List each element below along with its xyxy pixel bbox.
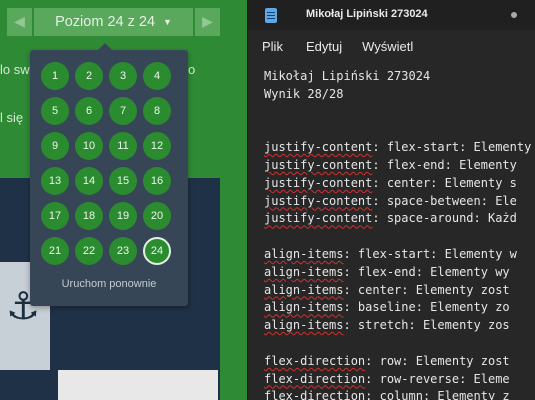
board-tile [58,370,218,400]
css-property: flex-direction [264,389,366,400]
level-button[interactable]: 22 [75,237,103,265]
level-button[interactable]: 2 [75,62,103,90]
line-text: : flex-start: Elementy [372,140,532,155]
css-property: align-items [264,282,344,297]
instruction-text-fragment: l się [0,110,24,125]
level-button[interactable]: 16 [143,167,171,195]
level-button[interactable]: 13 [41,167,69,195]
text-line [264,335,535,353]
line-text: : stretch: Elementy zos [343,318,510,333]
level-button[interactable]: 1 [41,62,69,90]
css-property: justify-content [264,157,373,172]
level-button[interactable]: 18 [75,202,103,230]
level-selector: ◀ Poziom 24 z 24 ▼ ▶ [7,8,220,36]
triangle-left-icon: ◀ [14,14,25,30]
css-property: justify-content [264,140,373,155]
level-grid: 1 2 3 4 5 6 7 8 9 10 11 12 13 14 15 16 17 18 19 20 21 22 23 24 [41,62,181,265]
text-line: flex-direction: column: Elementy z [264,388,535,400]
text-line: justify-content: space-between: Ele [264,193,535,211]
level-button[interactable]: 15 [109,167,137,195]
instruction-text-fragment: o [188,62,196,77]
level-button[interactable]: 7 [109,97,137,125]
level-label-text: Poziom 24 z 24 [55,14,156,30]
text-line: align-items: baseline: Elementy zo [264,299,535,317]
css-property: align-items [264,318,344,333]
text-line: justify-content: flex-end: Elementy [264,157,535,175]
line-text: : flex-end: Elementy wy [343,264,510,279]
css-property: flex-direction [264,371,366,386]
level-dropdown-toggle[interactable]: Poziom 24 z 24 ▼ [34,8,193,36]
line-text: : column: Elementy z [365,389,510,400]
css-property: justify-content [264,211,373,226]
text-line: flex-direction: row: Elementy zost [264,353,535,371]
css-property: align-items [264,246,344,261]
level-button[interactable]: 23 [109,237,137,265]
text-line [264,121,535,139]
text-editor[interactable]: Mikołaj Lipiński 273024 Wynik 28/28 justif… [264,68,535,400]
menu-file[interactable]: Plik [262,34,283,62]
level-button[interactable]: 10 [75,132,103,160]
text-line: justify-content: center: Elementy s [264,175,535,193]
line-text: : row: Elementy zost [365,353,510,368]
title-bar: Mikołaj Lipiński 273024 [248,0,535,30]
line-text: : baseline: Elementy zo [343,300,510,315]
menu-view[interactable]: Wyświetl [362,34,413,62]
caret-down-icon: ▼ [163,17,172,27]
level-button[interactable]: 19 [109,202,137,230]
notepad-icon [265,8,277,23]
level-button[interactable]: 17 [41,202,69,230]
game-area: ◀ Poziom 24 z 24 ▼ ▶ lo sw o l się ⚓ 123… [0,0,247,400]
text-line: flex-direction: row-reverse: Eleme [264,371,535,389]
level-button[interactable]: 24 [143,237,171,265]
level-button[interactable]: 9 [41,132,69,160]
line-text: : center: Elementy s [372,175,517,190]
level-button[interactable]: 11 [109,132,137,160]
line-text: : space-between: Ele [372,193,517,208]
css-property: justify-content [264,193,373,208]
level-button[interactable]: 14 [75,167,103,195]
css-property: flex-direction [264,353,366,368]
css-property: align-items [264,264,344,279]
level-button[interactable]: 20 [143,202,171,230]
level-button[interactable]: 3 [109,62,137,90]
instruction-text-fragment: lo sw [0,62,30,77]
line-text: : flex-end: Elementy [372,157,517,172]
text-line: align-items: center: Elementy zost [264,282,535,300]
prev-level-button[interactable]: ◀ [7,8,32,36]
text-line [264,228,535,246]
level-button[interactable]: 8 [143,97,171,125]
text-line: justify-content: flex-start: Elementy [264,139,535,157]
menu-edit[interactable]: Edytuj [306,34,342,62]
line-text: Mikołaj Lipiński 273024 [264,69,431,83]
line-text: : flex-start: Elementy w [343,246,517,261]
text-line: align-items: flex-end: Elementy wy [264,264,535,282]
menu-bar: Plik Edytuj Wyświetl [248,34,535,62]
line-text: : space-around: Każd [372,211,517,226]
level-button[interactable]: 21 [41,237,69,265]
line-text: : row-reverse: Eleme [365,371,510,386]
next-level-button[interactable]: ▶ [195,8,220,36]
text-line: Mikołaj Lipiński 273024 [264,68,535,86]
text-line: align-items: flex-start: Elementy w [264,246,535,264]
level-button[interactable]: 5 [41,97,69,125]
triangle-right-icon: ▶ [202,14,213,30]
level-dropdown: 1 2 3 4 5 6 7 8 9 10 11 12 13 14 15 16 17 18 19 20 21 22 23 24 … [30,43,188,306]
level-button[interactable]: 12 [143,132,171,160]
text-line [264,104,535,122]
unsaved-dot-icon[interactable] [511,12,517,18]
restart-link[interactable]: Uruchom ponownie [30,278,188,290]
text-line: Wynik 28/28 [264,86,535,104]
line-text: : center: Elementy zost [343,282,510,297]
css-property: justify-content [264,175,373,190]
notepad-window: Mikołaj Lipiński 273024 Plik Edytuj Wyśw… [247,0,535,400]
line-text: Wynik 28/28 [264,86,344,101]
text-line: align-items: stretch: Elementy zos [264,317,535,335]
tab-title[interactable]: Mikołaj Lipiński 273024 [306,8,428,20]
level-button[interactable]: 6 [75,97,103,125]
css-property: align-items [264,300,344,315]
level-button[interactable]: 4 [143,62,171,90]
text-line: justify-content: space-around: Każd [264,210,535,228]
